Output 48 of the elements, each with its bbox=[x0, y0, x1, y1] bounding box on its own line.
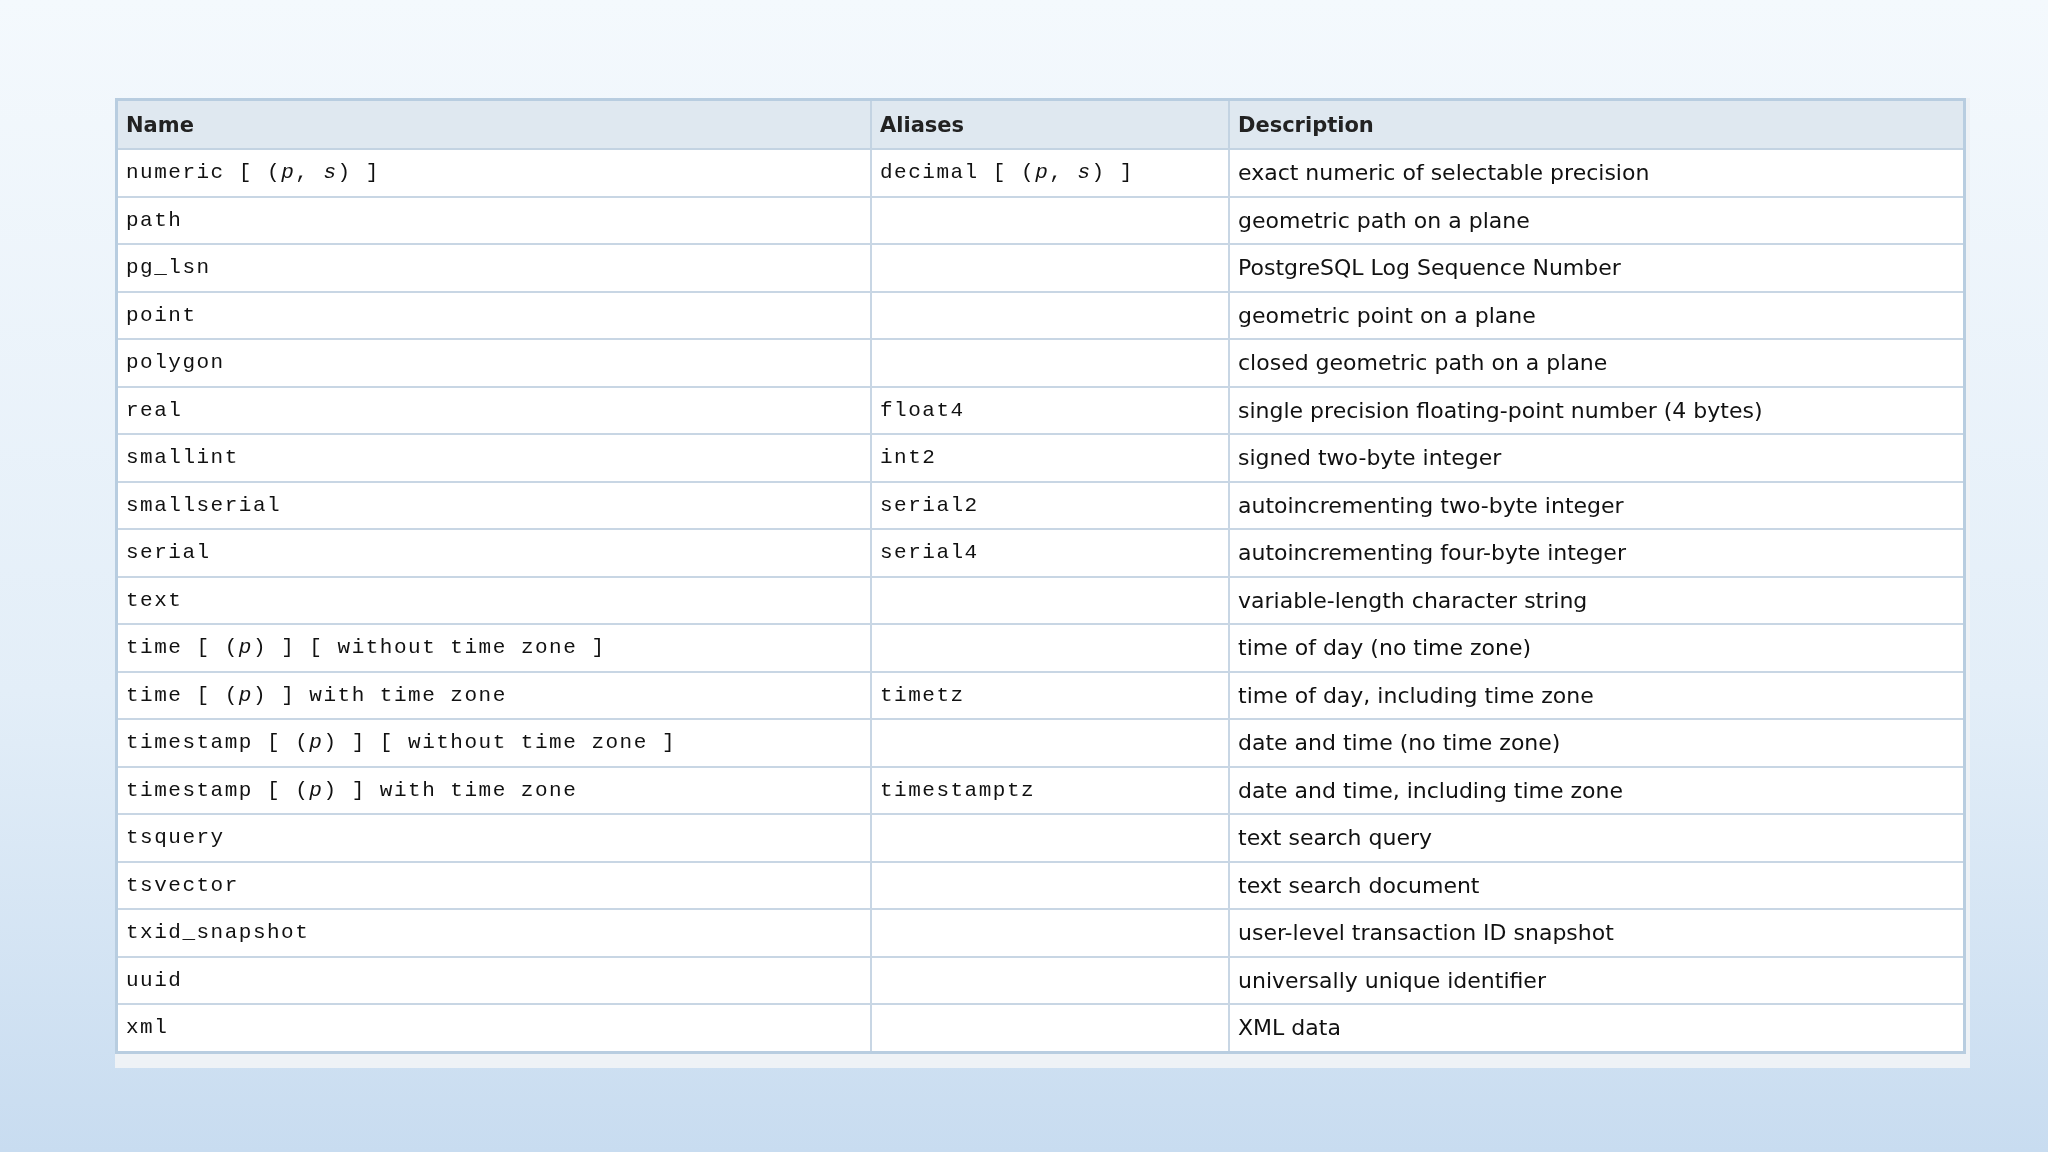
type-description: geometric path on a plane bbox=[1238, 207, 1530, 233]
type-description: date and time, including time zone bbox=[1238, 777, 1624, 803]
type-name: timestamp [ (p) ] [ without time zone ] bbox=[126, 731, 676, 755]
type-name: polygon bbox=[126, 351, 225, 375]
type-name: xml bbox=[126, 1016, 169, 1040]
type-alias: timetz bbox=[880, 683, 965, 707]
type-description: time of day (no time zone) bbox=[1238, 635, 1532, 661]
type-name: text bbox=[126, 588, 183, 612]
type-description: geometric point on a plane bbox=[1238, 302, 1536, 328]
type-description: signed two-byte integer bbox=[1238, 445, 1502, 471]
type-description: universally unique identifier bbox=[1238, 967, 1546, 993]
type-name: tsvector bbox=[126, 873, 239, 897]
type-description: autoincrementing two-byte integer bbox=[1238, 492, 1624, 518]
type-name: serial bbox=[126, 541, 211, 565]
type-alias: serial2 bbox=[880, 493, 979, 517]
type-alias: decimal [ (p, s) ] bbox=[880, 161, 1134, 185]
type-name: pg_lsn bbox=[126, 256, 211, 280]
type-description: closed geometric path on a plane bbox=[1238, 350, 1608, 376]
type-alias: timestamptz bbox=[880, 778, 1036, 802]
type-description: user-level transaction ID snapshot bbox=[1238, 920, 1614, 946]
type-name: time [ (p) ] [ without time zone ] bbox=[126, 636, 606, 660]
type-name: uuid bbox=[126, 968, 183, 992]
column-header: Name bbox=[116, 99, 871, 149]
type-name: numeric [ (p, s) ] bbox=[126, 161, 380, 185]
type-description: text search document bbox=[1238, 872, 1480, 898]
type-name: txid_snapshot bbox=[126, 921, 310, 945]
column-header: Aliases bbox=[871, 99, 1229, 149]
type-name: point bbox=[126, 303, 197, 327]
type-name: timestamp [ (p) ] with time zone bbox=[126, 778, 578, 802]
type-alias: float4 bbox=[880, 398, 965, 422]
type-description: PostgreSQL Log Sequence Number bbox=[1238, 255, 1621, 281]
type-description: autoincrementing four-byte integer bbox=[1238, 540, 1626, 566]
type-description: exact numeric of selectable precision bbox=[1238, 160, 1650, 186]
type-name: smallserial bbox=[126, 493, 282, 517]
type-description: variable-length character string bbox=[1238, 587, 1588, 613]
type-description: single precision floating-point number (4 bytes) bbox=[1238, 397, 1763, 423]
type-description: XML data bbox=[1238, 1015, 1341, 1041]
type-name: path bbox=[126, 208, 183, 232]
type-alias: serial4 bbox=[880, 541, 979, 565]
type-alias: int2 bbox=[880, 446, 937, 470]
type-name: real bbox=[126, 398, 183, 422]
type-description: date and time (no time zone) bbox=[1238, 730, 1561, 756]
type-name: tsquery bbox=[126, 826, 225, 850]
type-name: time [ (p) ] with time zone bbox=[126, 683, 507, 707]
type-name: smallint bbox=[126, 446, 239, 470]
type-description: text search query bbox=[1238, 825, 1432, 851]
column-header: Description bbox=[1229, 99, 1965, 149]
type-description: time of day, including time zone bbox=[1238, 682, 1594, 708]
